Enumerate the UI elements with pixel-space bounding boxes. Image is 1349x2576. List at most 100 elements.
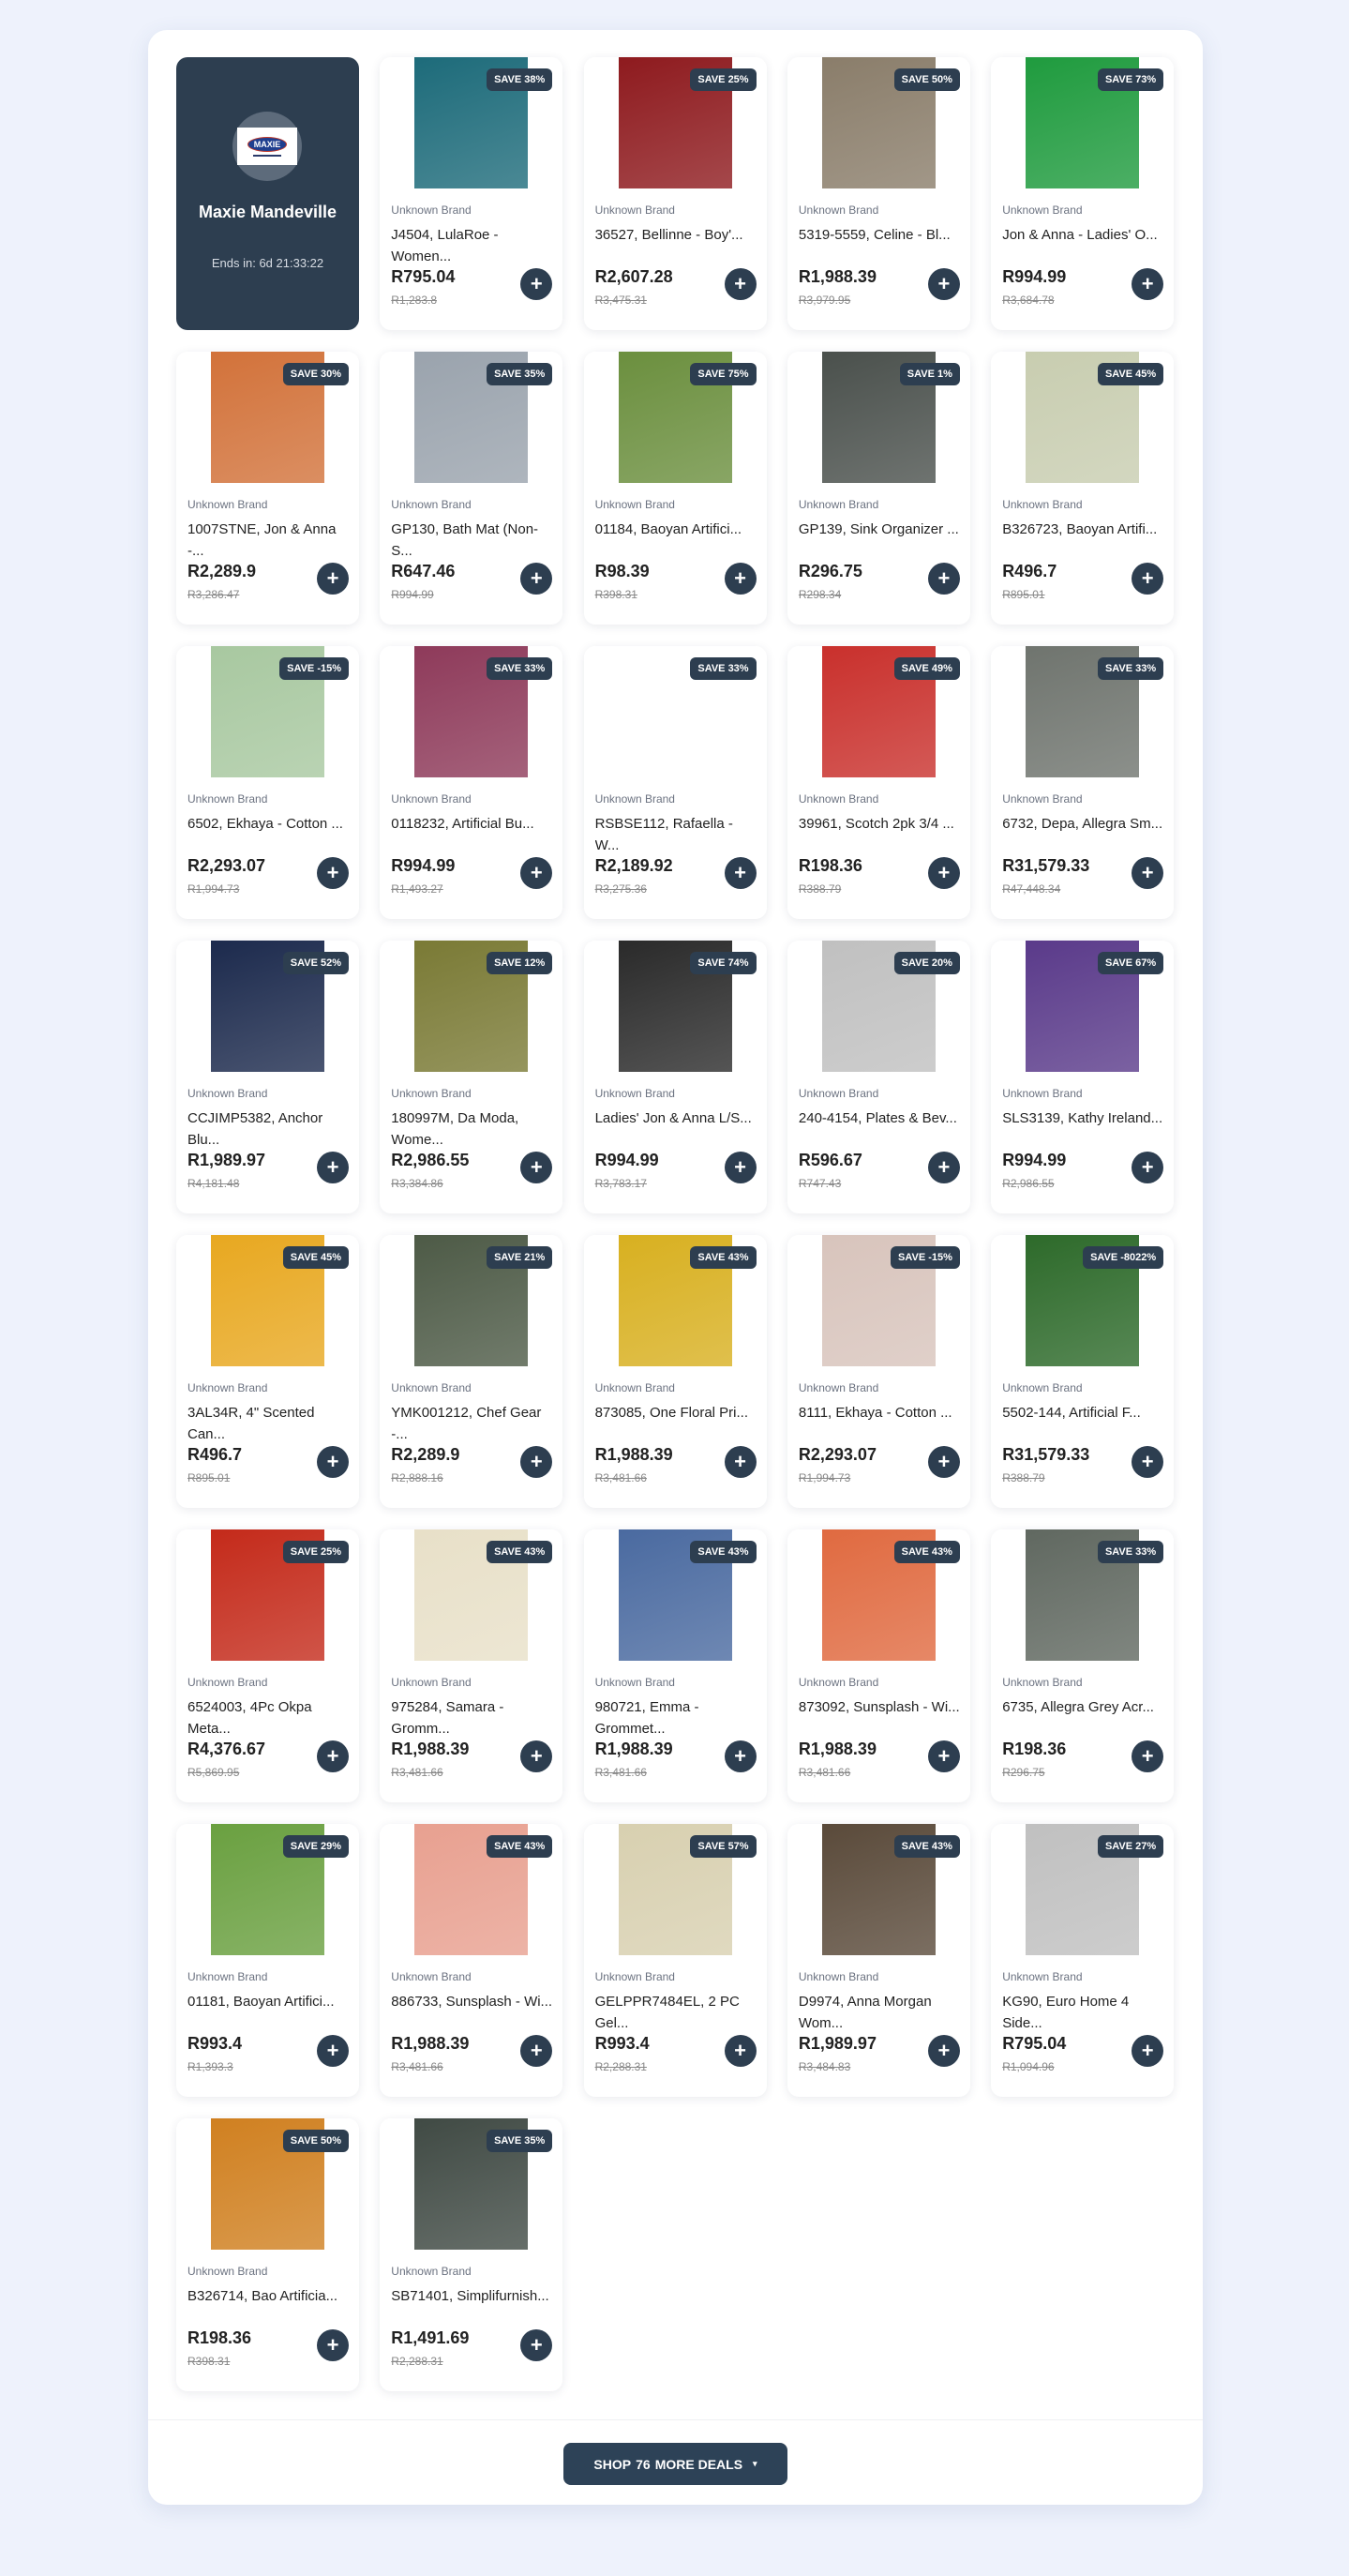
product-image[interactable]: SAVE 43% — [380, 1824, 563, 1955]
add-to-cart-plus-icon[interactable]: + — [520, 1740, 553, 1772]
product-card[interactable]: SAVE 49% Unknown Brand 39961, Scotch 2pk… — [787, 646, 970, 919]
add-to-cart-plus-icon[interactable]: + — [317, 563, 349, 595]
shop-more-deals-button[interactable]: SHOP 76 MORE DEALS ▾ — [563, 2443, 787, 2485]
product-name[interactable]: 180997M, Da Moda, Wome... — [391, 1107, 552, 1151]
product-image[interactable]: SAVE 38% — [380, 57, 563, 188]
add-to-cart-plus-icon[interactable]: + — [1132, 268, 1164, 300]
product-name[interactable]: 3AL34R, 4" Scented Can... — [187, 1402, 349, 1445]
product-card[interactable]: SAVE 45% Unknown Brand 3AL34R, 4" Scente… — [176, 1235, 359, 1508]
add-to-cart-plus-icon[interactable]: + — [927, 1446, 960, 1478]
product-name[interactable]: 01184, Baoyan Artifici... — [595, 519, 757, 562]
product-name[interactable]: YMK001212, Chef Gear -... — [391, 1402, 552, 1445]
product-card[interactable]: SAVE 38% Unknown Brand J4504, LulaRoe - … — [380, 57, 563, 330]
product-card[interactable]: SAVE 33% Unknown Brand 6732, Depa, Alleg… — [991, 646, 1175, 919]
product-card[interactable]: SAVE -15% Unknown Brand 6502, Ekhaya - C… — [176, 646, 359, 919]
product-card[interactable]: SAVE 33% Unknown Brand RSBSE112, Rafaell… — [583, 646, 767, 919]
product-name[interactable]: 873092, Sunsplash - Wi... — [799, 1696, 960, 1740]
product-name[interactable]: 240-4154, Plates & Bev... — [799, 1107, 960, 1151]
add-to-cart-plus-icon[interactable]: + — [724, 563, 757, 595]
product-image[interactable]: SAVE 67% — [991, 941, 1175, 1072]
add-to-cart-plus-icon[interactable]: + — [927, 1152, 960, 1183]
product-image[interactable]: SAVE -15% — [176, 646, 359, 777]
add-to-cart-plus-icon[interactable]: + — [317, 1740, 349, 1772]
product-name[interactable]: GELPPR7484EL, 2 PC Gel... — [595, 1991, 757, 2034]
add-to-cart-plus-icon[interactable]: + — [317, 1152, 349, 1183]
add-to-cart-plus-icon[interactable]: + — [724, 1446, 757, 1478]
product-name[interactable]: SB71401, Simplifurnish... — [391, 2285, 552, 2328]
product-card[interactable]: SAVE 20% Unknown Brand 240-4154, Plates … — [787, 941, 970, 1213]
product-name[interactable]: 1007STNE, Jon & Anna -... — [187, 519, 349, 562]
product-image[interactable]: SAVE 33% — [991, 1529, 1175, 1661]
add-to-cart-plus-icon[interactable]: + — [927, 1740, 960, 1772]
product-card[interactable]: SAVE 43% Unknown Brand 873085, One Flora… — [583, 1235, 767, 1508]
product-card[interactable]: SAVE 75% Unknown Brand 01184, Baoyan Art… — [583, 352, 767, 625]
product-name[interactable]: CCJIMP5382, Anchor Blu... — [187, 1107, 349, 1151]
product-image[interactable]: SAVE 52% — [176, 941, 359, 1072]
product-card[interactable]: SAVE 74% Unknown Brand Ladies' Jon & Ann… — [583, 941, 767, 1213]
product-name[interactable]: D9974, Anna Morgan Wom... — [799, 1991, 960, 2034]
add-to-cart-plus-icon[interactable]: + — [1132, 1740, 1164, 1772]
product-card[interactable]: SAVE 43% Unknown Brand D9974, Anna Morga… — [787, 1824, 970, 2097]
product-image[interactable]: SAVE 45% — [991, 352, 1175, 483]
add-to-cart-plus-icon[interactable]: + — [1132, 563, 1164, 595]
add-to-cart-plus-icon[interactable]: + — [520, 268, 553, 300]
add-to-cart-plus-icon[interactable]: + — [927, 2035, 960, 2067]
product-image[interactable]: SAVE 75% — [583, 352, 767, 483]
product-name[interactable]: 6735, Allegra Grey Acr... — [1002, 1696, 1163, 1740]
product-card[interactable]: SAVE 73% Unknown Brand Jon & Anna - Ladi… — [991, 57, 1175, 330]
product-card[interactable]: SAVE 35% Unknown Brand GP130, Bath Mat (… — [380, 352, 563, 625]
product-card[interactable]: SAVE 1% Unknown Brand GP139, Sink Organi… — [787, 352, 970, 625]
product-card[interactable]: SAVE -15% Unknown Brand 8111, Ekhaya - C… — [787, 1235, 970, 1508]
add-to-cart-plus-icon[interactable]: + — [724, 268, 757, 300]
product-name[interactable]: 6524003, 4Pc Okpa Meta... — [187, 1696, 349, 1740]
product-name[interactable]: KG90, Euro Home 4 Side... — [1002, 1991, 1163, 2034]
product-card[interactable]: SAVE 67% Unknown Brand SLS3139, Kathy Ir… — [991, 941, 1175, 1213]
add-to-cart-plus-icon[interactable]: + — [1132, 1446, 1164, 1478]
product-image[interactable]: SAVE 43% — [583, 1529, 767, 1661]
product-name[interactable]: 975284, Samara - Gromm... — [391, 1696, 552, 1740]
product-image[interactable]: SAVE 43% — [380, 1529, 563, 1661]
product-image[interactable]: SAVE 25% — [583, 57, 767, 188]
product-name[interactable]: SLS3139, Kathy Ireland... — [1002, 1107, 1163, 1151]
product-card[interactable]: SAVE 45% Unknown Brand B326723, Baoyan A… — [991, 352, 1175, 625]
add-to-cart-plus-icon[interactable]: + — [724, 857, 757, 889]
product-name[interactable]: GP139, Sink Organizer ... — [799, 519, 960, 562]
product-name[interactable]: Ladies' Jon & Anna L/S... — [595, 1107, 757, 1151]
product-card[interactable]: SAVE 43% Unknown Brand 886733, Sunsplash… — [380, 1824, 563, 2097]
add-to-cart-plus-icon[interactable]: + — [520, 2035, 553, 2067]
product-name[interactable]: 39961, Scotch 2pk 3/4 ... — [799, 813, 960, 856]
product-image[interactable]: SAVE -15% — [787, 1235, 970, 1366]
product-image[interactable]: SAVE 1% — [787, 352, 970, 483]
product-name[interactable]: Jon & Anna - Ladies' O... — [1002, 224, 1163, 267]
product-name[interactable]: 0118232, Artificial Bu... — [391, 813, 552, 856]
product-card[interactable]: SAVE 57% Unknown Brand GELPPR7484EL, 2 P… — [583, 1824, 767, 2097]
product-image[interactable]: SAVE 33% — [583, 646, 767, 777]
product-name[interactable]: GP130, Bath Mat (Non-S... — [391, 519, 552, 562]
product-image[interactable]: SAVE 45% — [176, 1235, 359, 1366]
product-image[interactable]: SAVE 12% — [380, 941, 563, 1072]
product-image[interactable]: SAVE 49% — [787, 646, 970, 777]
product-name[interactable]: 6502, Ekhaya - Cotton ... — [187, 813, 349, 856]
product-name[interactable]: 6732, Depa, Allegra Sm... — [1002, 813, 1163, 856]
add-to-cart-plus-icon[interactable]: + — [724, 1740, 757, 1772]
product-image[interactable]: SAVE 33% — [991, 646, 1175, 777]
add-to-cart-plus-icon[interactable]: + — [1132, 857, 1164, 889]
add-to-cart-plus-icon[interactable]: + — [724, 1152, 757, 1183]
product-image[interactable]: SAVE 43% — [787, 1824, 970, 1955]
product-image[interactable]: SAVE 30% — [176, 352, 359, 483]
add-to-cart-plus-icon[interactable]: + — [317, 2329, 349, 2361]
product-card[interactable]: SAVE 33% Unknown Brand 0118232, Artifici… — [380, 646, 563, 919]
product-image[interactable]: SAVE 35% — [380, 352, 563, 483]
product-name[interactable]: 36527, Bellinne - Boy'... — [595, 224, 757, 267]
product-image[interactable]: SAVE 43% — [583, 1235, 767, 1366]
product-image[interactable]: SAVE 33% — [380, 646, 563, 777]
product-image[interactable]: SAVE 50% — [176, 2118, 359, 2250]
product-card[interactable]: SAVE 50% Unknown Brand B326714, Bao Arti… — [176, 2118, 359, 2391]
product-name[interactable]: 8111, Ekhaya - Cotton ... — [799, 1402, 960, 1445]
product-image[interactable]: SAVE 74% — [583, 941, 767, 1072]
product-image[interactable]: SAVE 50% — [787, 57, 970, 188]
product-card[interactable]: SAVE 29% Unknown Brand 01181, Baoyan Art… — [176, 1824, 359, 2097]
product-name[interactable]: 01181, Baoyan Artifici... — [187, 1991, 349, 2034]
add-to-cart-plus-icon[interactable]: + — [317, 2035, 349, 2067]
add-to-cart-plus-icon[interactable]: + — [520, 2329, 553, 2361]
